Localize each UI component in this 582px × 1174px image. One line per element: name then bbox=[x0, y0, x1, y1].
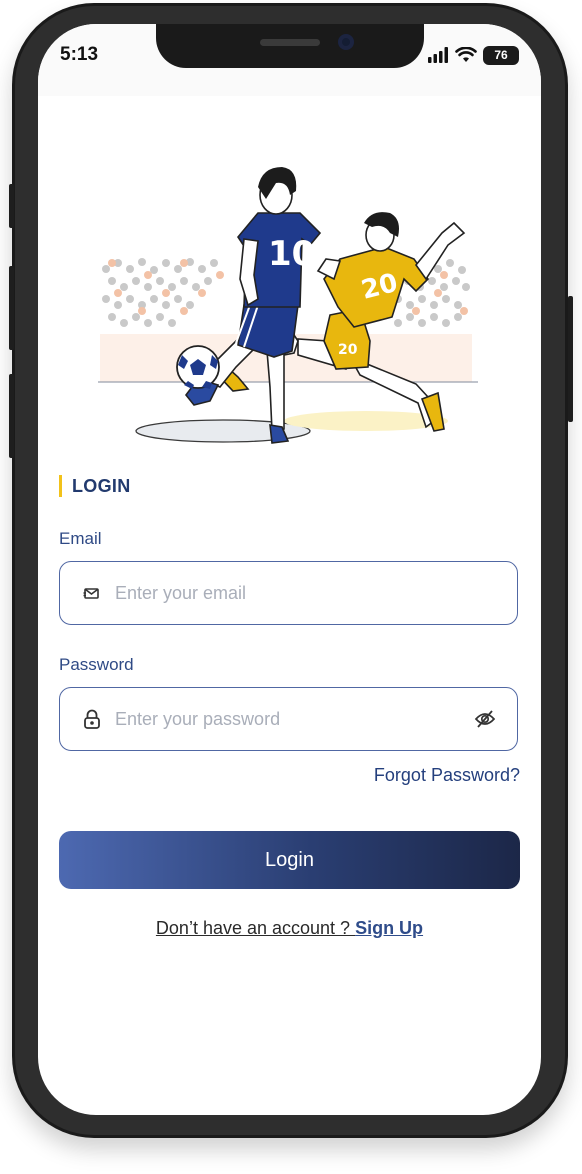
signup-question: Don’t have an account ? bbox=[155, 918, 356, 938]
lock-icon bbox=[81, 708, 103, 730]
blue-jersey-number: 10 bbox=[268, 234, 315, 274]
signal-bars-icon bbox=[428, 47, 448, 63]
battery-indicator: 76 bbox=[483, 45, 519, 65]
signup-prompt: Don’t have an account ? Sign Up bbox=[38, 918, 541, 939]
password-field[interactable] bbox=[59, 687, 518, 751]
password-label: Password bbox=[59, 655, 134, 674]
forgot-password-link[interactable]: Forgot Password? bbox=[374, 765, 520, 786]
status-icons: 76 bbox=[427, 44, 519, 66]
action-button bbox=[9, 184, 14, 228]
power-button bbox=[568, 296, 573, 422]
login-heading: LOGIN bbox=[59, 475, 131, 497]
wifi-icon bbox=[455, 47, 477, 62]
volume-up-button bbox=[9, 266, 14, 350]
front-camera bbox=[338, 34, 354, 50]
yellow-shorts-number: 20 bbox=[338, 342, 358, 358]
password-input[interactable] bbox=[115, 688, 473, 750]
speaker-grille bbox=[260, 39, 320, 46]
email-label: Email bbox=[59, 529, 102, 548]
login-button[interactable]: Login bbox=[59, 831, 520, 889]
player-blue: 10 bbox=[184, 167, 322, 444]
status-bar: 5:13 76 bbox=[38, 24, 541, 96]
email-field[interactable] bbox=[59, 561, 518, 625]
status-time: 5:13 bbox=[60, 44, 99, 65]
sign-up-link[interactable]: Sign Up bbox=[355, 918, 423, 938]
notch bbox=[156, 24, 424, 68]
email-input[interactable] bbox=[115, 562, 517, 624]
football-players-illustration: 20 20 10 bbox=[98, 167, 478, 444]
volume-down-button bbox=[9, 374, 14, 458]
football-ball bbox=[176, 345, 220, 389]
eye-off-icon[interactable] bbox=[473, 707, 497, 731]
mail-icon bbox=[81, 582, 103, 604]
app-screen: 5:13 76 20 20 10 LOGIN Email Enter your … bbox=[38, 24, 541, 1115]
